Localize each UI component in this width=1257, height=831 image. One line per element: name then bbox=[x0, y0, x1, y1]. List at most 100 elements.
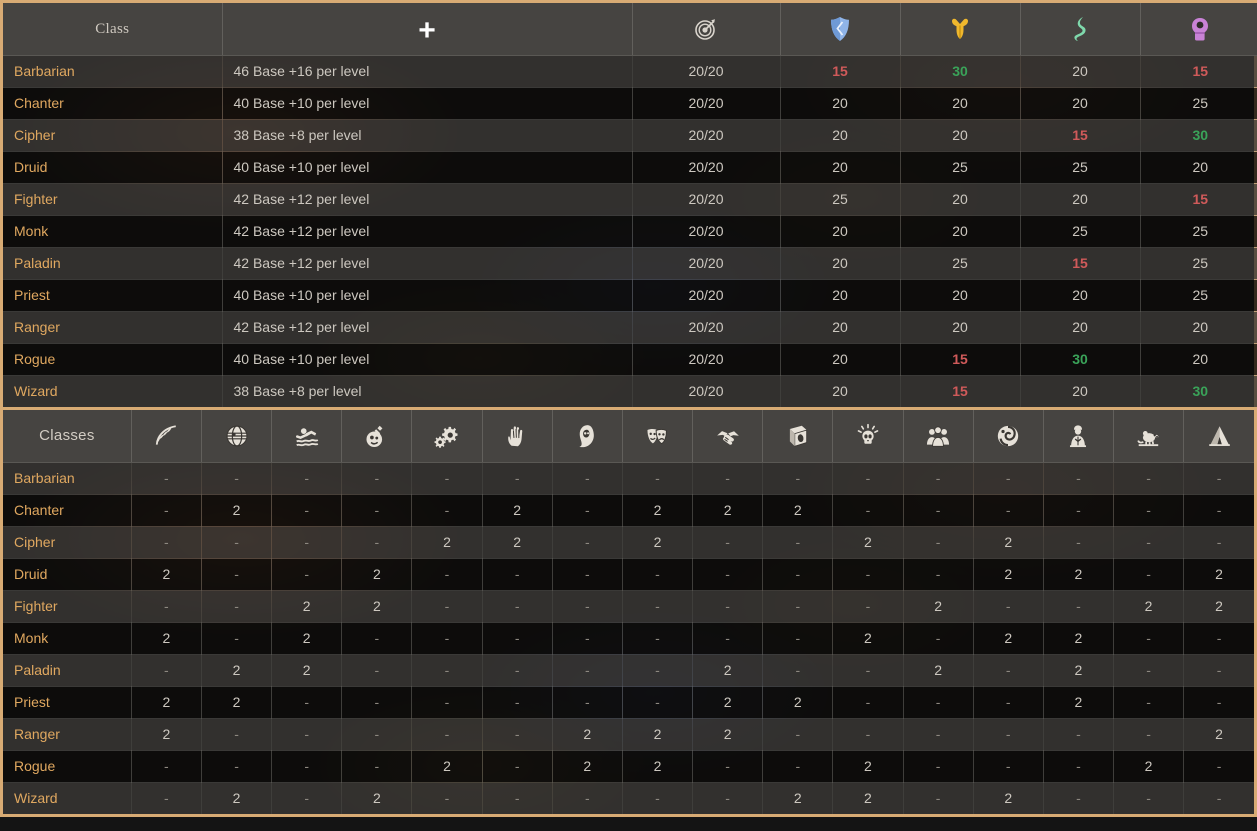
skill-value-religion: 2 bbox=[1043, 558, 1114, 591]
potion-flask-icon bbox=[364, 423, 390, 449]
fortitude-cell: 15 bbox=[900, 375, 1021, 407]
health-cell: 42 Base +12 per level bbox=[222, 311, 633, 344]
skill-value-mechanics: - bbox=[411, 686, 483, 719]
fortitude-cell: 25 bbox=[900, 151, 1021, 184]
col-header-diplomacy[interactable] bbox=[692, 410, 764, 463]
col-header-class[interactable]: Class bbox=[3, 3, 223, 56]
skill-value-diplomacy: 2 bbox=[692, 494, 764, 527]
col-header-sleight[interactable] bbox=[482, 410, 553, 463]
skill-value-athletics: - bbox=[271, 558, 343, 591]
will-cell: 25 bbox=[1140, 247, 1257, 280]
col-header-mechanics[interactable] bbox=[411, 410, 483, 463]
reflex-cell: 20 bbox=[1020, 375, 1141, 407]
class-stats-row[interactable]: Fighter 42 Base +12 per level 20/20 25 20 20 1… bbox=[3, 183, 1257, 216]
skill-value-bestiary: 2 bbox=[1113, 750, 1185, 783]
class-skills-table: Classes Barbarian - - - - - - - - - - - - - - - - Chanter… bbox=[3, 410, 1254, 814]
class-skills-row[interactable]: Priest 2 2- - - - - -2 2- - -2- - bbox=[3, 686, 1254, 719]
class-stats-row[interactable]: Chanter 40 Base +10 per level 20/20 20 20 20 2… bbox=[3, 87, 1257, 120]
skill-value-athletics: - bbox=[271, 750, 343, 783]
skill-value-bestiary: - bbox=[1113, 622, 1185, 655]
reflex-cell: 20 bbox=[1020, 279, 1141, 312]
col-header-accuracy[interactable] bbox=[632, 3, 781, 56]
skill-value-sleight: 2 bbox=[482, 494, 553, 527]
col-header-acting[interactable] bbox=[622, 410, 694, 463]
skull-idea-icon bbox=[855, 423, 881, 449]
col-header-alchemy[interactable] bbox=[341, 410, 413, 463]
col-header-streetwise[interactable] bbox=[903, 410, 974, 463]
skill-value-arcana: - bbox=[973, 654, 1044, 687]
class-skills-row[interactable]: Barbarian - - - - - - - - - - - - - - - - bbox=[3, 462, 1254, 495]
class-stats-row[interactable]: Monk 42 Base +12 per level 20/20 20 20 25 25 bbox=[3, 215, 1257, 248]
class-skills-row[interactable]: Druid 2- -2- - - - - - - -2 2-2 bbox=[3, 558, 1254, 591]
will-cell: 15 bbox=[1140, 55, 1257, 88]
col-header-will[interactable] bbox=[1140, 3, 1257, 56]
col-header-fortitude[interactable] bbox=[900, 3, 1021, 56]
skill-value-bestiary: - bbox=[1113, 462, 1185, 495]
skill-value-mechanics: 2 bbox=[411, 526, 483, 559]
col-header-deflection[interactable] bbox=[780, 3, 901, 56]
skill-value-camping: - bbox=[1183, 750, 1254, 783]
skill-value-history: - bbox=[762, 462, 834, 495]
col-header-lore[interactable] bbox=[201, 410, 273, 463]
leaf-branch-icon bbox=[153, 423, 179, 449]
skill-value-history: - bbox=[762, 622, 834, 655]
class-skills-row[interactable]: Rogue - - - -2-2 2- -2- - -2- bbox=[3, 750, 1254, 783]
skill-value-survival: 2 bbox=[131, 622, 202, 655]
skill-value-streetwise: - bbox=[903, 558, 974, 591]
col-header-arcana[interactable] bbox=[973, 410, 1044, 463]
class-name-cell: Wizard bbox=[3, 375, 223, 407]
col-header-classes[interactable]: Classes bbox=[3, 410, 132, 463]
class-stats-row[interactable]: Barbarian 46 Base +16 per level 20/20 15 30 2… bbox=[3, 55, 1257, 88]
col-header-bestiary[interactable] bbox=[1113, 410, 1185, 463]
col-header-insight[interactable] bbox=[832, 410, 904, 463]
skill-value-mechanics: - bbox=[411, 590, 483, 623]
skill-value-bestiary: - bbox=[1113, 718, 1185, 751]
class-skills-row[interactable]: Monk 2-2- - - - - - -2-2 2- - bbox=[3, 622, 1254, 655]
class-skills-row[interactable]: Ranger 2- - - - -2 2 2- - - - - -2 bbox=[3, 718, 1254, 751]
col-header-camping[interactable] bbox=[1183, 410, 1254, 463]
class-name-cell: Priest bbox=[3, 686, 132, 719]
class-stats-row[interactable]: Cipher 38 Base +8 per level 20/20 20 20 15 30 bbox=[3, 119, 1257, 152]
col-header-athletics[interactable] bbox=[271, 410, 343, 463]
class-skills-row[interactable]: Paladin -2 2- - - - -2- -2-2- - bbox=[3, 654, 1254, 687]
class-skills-row[interactable]: Wizard -2-2- - - - -2 2-2- - - bbox=[3, 782, 1254, 814]
col-header-survival[interactable] bbox=[131, 410, 202, 463]
col-header-reflex[interactable] bbox=[1020, 3, 1141, 56]
skill-value-acting: 2 bbox=[622, 718, 694, 751]
skill-value-diplomacy: - bbox=[692, 750, 764, 783]
skill-value-alchemy: 2 bbox=[341, 590, 413, 623]
skill-value-streetwise: 2 bbox=[903, 590, 974, 623]
class-stats-row[interactable]: Paladin 42 Base +12 per level 20/20 20 25 15 2… bbox=[3, 247, 1257, 280]
class-stats-row[interactable]: Rogue 40 Base +10 per level 20/20 20 15 30 20 bbox=[3, 343, 1257, 376]
class-skills-row[interactable]: Cipher - - - -2 2-2- -2-2- - - bbox=[3, 526, 1254, 559]
class-stats-row[interactable]: Priest 40 Base +10 per level 20/20 20 20 20 25 bbox=[3, 279, 1257, 312]
col-header-religion[interactable] bbox=[1043, 410, 1114, 463]
class-name-cell: Rogue bbox=[3, 750, 132, 783]
class-stats-row[interactable]: Wizard 38 Base +8 per level 20/20 20 15 20 30 bbox=[3, 375, 1257, 407]
will-cell: 20 bbox=[1140, 311, 1257, 344]
skill-value-lore: - bbox=[201, 558, 273, 591]
plus-icon: + bbox=[418, 13, 436, 47]
class-skills-row[interactable]: Chanter -2- - -2-2 2 2- - - - - - bbox=[3, 494, 1254, 527]
class-name-cell: Monk bbox=[3, 215, 223, 248]
will-cell: 20 bbox=[1140, 151, 1257, 184]
col-header-history[interactable] bbox=[762, 410, 834, 463]
skill-value-acting: - bbox=[622, 558, 694, 591]
class-skills-row[interactable]: Fighter - -2 2- - - - - - -2- -2 2 bbox=[3, 590, 1254, 623]
class-stats-row[interactable]: Ranger 42 Base +12 per level 20/20 20 20 20 20 bbox=[3, 311, 1257, 344]
deflection-cell: 20 bbox=[780, 279, 901, 312]
class-stats-row[interactable]: Druid 40 Base +10 per level 20/20 20 25 25 20 bbox=[3, 151, 1257, 184]
accuracy-cell: 20/20 bbox=[632, 151, 781, 184]
accuracy-target-icon bbox=[694, 17, 718, 41]
fortitude-cell: 20 bbox=[900, 311, 1021, 344]
skill-value-streetwise: - bbox=[903, 462, 974, 495]
skill-value-camping: - bbox=[1183, 686, 1254, 719]
class-name-cell: Druid bbox=[3, 558, 132, 591]
col-header-health[interactable]: + bbox=[222, 3, 633, 56]
col-header-stealth[interactable] bbox=[552, 410, 623, 463]
skill-value-alchemy: - bbox=[341, 526, 413, 559]
skill-value-insight: 2 bbox=[832, 750, 904, 783]
accuracy-cell: 20/20 bbox=[632, 55, 781, 88]
skill-value-sleight: - bbox=[482, 462, 553, 495]
reflex-cell: 30 bbox=[1020, 343, 1141, 376]
